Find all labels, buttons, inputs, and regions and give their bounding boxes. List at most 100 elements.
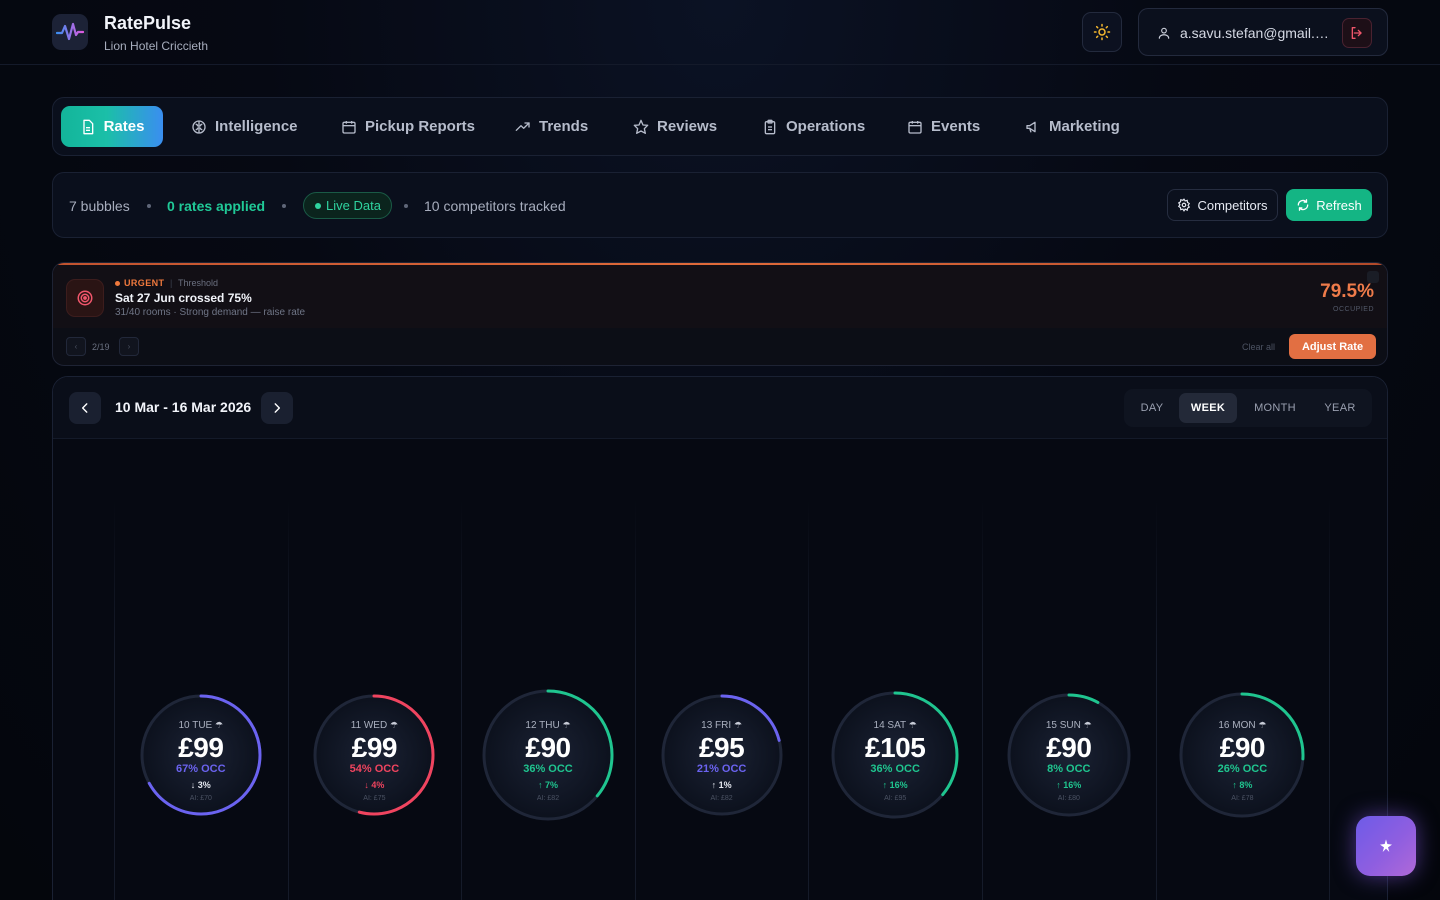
hotel-name: Lion Hotel Criccieth — [104, 39, 209, 53]
bubble-price: £90 — [1219, 732, 1266, 763]
occupancy-percent: 79.5% — [1320, 281, 1374, 302]
refresh-button-label: Refresh — [1316, 197, 1362, 213]
rates-applied: 0 rates applied — [167, 198, 266, 214]
next-week-button[interactable] — [261, 392, 293, 424]
day-rate-bubble[interactable]: 16 MON ☂ £90 26% OCC ↑ 8% AI: £78 — [1178, 691, 1306, 819]
tab-label: Reviews — [657, 118, 718, 135]
bubble-day: 15 SUN ☂ — [1045, 720, 1092, 731]
alert-description: 31/40 rooms · Strong demand — raise rate — [115, 307, 306, 318]
refresh-button[interactable]: Refresh — [1286, 189, 1372, 221]
day-rate-bubble[interactable]: 10 TUE ☂ £99 67% OCC ↓ 3% AI: £70 — [139, 693, 263, 817]
day-rate-bubble[interactable]: 14 SAT ☂ £105 36% OCC ↑ 16% AI: £95 — [830, 690, 960, 820]
app-header: RatePulse Lion Hotel Criccieth a.savu.st… — [0, 0, 1440, 65]
trend-up-icon — [515, 121, 530, 131]
competitors-button-label: Competitors — [1197, 197, 1268, 213]
logout-button[interactable] — [1342, 18, 1372, 48]
user-email: a.savu.stefan@gmail.com — [1180, 25, 1332, 41]
day-rate-bubble[interactable]: 15 SUN ☂ £90 8% OCC ↑ 16% AI: £80 — [1006, 692, 1132, 818]
day-column-divider — [287, 499, 289, 900]
bubble-price: £95 — [698, 732, 745, 763]
tab-label: Trends — [539, 118, 589, 135]
separator-dot — [147, 204, 151, 208]
tab-events[interactable]: Events — [907, 106, 980, 147]
tab-rates[interactable]: Rates — [61, 106, 163, 147]
bubble-price: £99 — [351, 732, 398, 763]
next-alert-button[interactable]: › — [119, 337, 139, 356]
prev-alert-button[interactable]: ‹ — [66, 337, 86, 356]
day-column-divider — [1329, 499, 1331, 900]
tab-trends[interactable]: Trends — [515, 106, 588, 147]
tab-intelligence[interactable]: Intelligence — [191, 106, 298, 147]
tab-label: Rates — [103, 118, 145, 135]
bubble-occupancy: 21% OCC — [696, 763, 747, 775]
user-icon — [1158, 27, 1170, 39]
bubble-occupancy: 36% OCC — [523, 763, 573, 775]
view-month-button[interactable]: MONTH — [1242, 393, 1308, 423]
bubble-rate-change: ↑ 1% — [711, 780, 732, 790]
bubble-occupancy: 26% OCC — [1217, 763, 1268, 775]
bubble-content: 11 WED ☂ £99 54% OCC ↓ 4% AI: £75 — [312, 693, 436, 817]
bubble-occupancy: 54% OCC — [349, 763, 400, 775]
bubble-occupancy: 67% OCC — [176, 763, 226, 775]
star-icon — [633, 119, 649, 134]
bubble-price: £90 — [525, 732, 571, 763]
bubble-rate-change: ↑ 8% — [1232, 780, 1253, 790]
competitors-button[interactable]: Competitors — [1167, 189, 1278, 221]
bubble-content: 16 MON ☂ £90 26% OCC ↑ 8% AI: £78 — [1178, 691, 1306, 819]
gear-icon — [1178, 198, 1191, 212]
user-menu[interactable]: a.savu.stefan@gmail.com — [1138, 8, 1388, 56]
day-rate-bubble[interactable]: 13 FRI ☂ £95 21% OCC ↑ 1% AI: £82 — [660, 693, 784, 817]
bubble-occupancy: 8% OCC — [1047, 763, 1091, 775]
day-column-divider — [461, 499, 463, 900]
tab-pickup-reports[interactable]: Pickup Reports — [341, 106, 475, 147]
rain-cloud-icon: ☂ — [215, 720, 224, 730]
prev-week-button[interactable] — [69, 392, 101, 424]
bubble-rate-change: ↓ 3% — [190, 780, 211, 790]
alert-title: Sat 27 Jun crossed 75% — [115, 291, 252, 305]
occupancy-label: OCCUPIED — [1333, 306, 1374, 313]
tab-operations[interactable]: Operations — [762, 106, 865, 147]
bubble-ai-suggestion: AI: £78 — [1231, 795, 1254, 802]
alert-severity-label: URGENT — [124, 278, 165, 288]
tab-label: Intelligence — [215, 118, 298, 135]
day-column-divider — [982, 499, 983, 900]
megaphone-icon — [1026, 121, 1036, 133]
file-icon — [82, 119, 93, 134]
bubble-day: 14 SAT ☂ — [873, 720, 917, 731]
separator-dot — [282, 204, 286, 208]
tab-label: Events — [931, 118, 981, 135]
competitors-tracked: 10 competitors tracked — [424, 198, 566, 214]
view-day-button[interactable]: DAY — [1128, 393, 1176, 423]
ai-assistant-button[interactable] — [1356, 816, 1416, 876]
theme-toggle-button[interactable] — [1082, 12, 1122, 52]
chevron-right-icon — [274, 403, 281, 413]
calendar-icon — [908, 120, 922, 134]
day-rate-bubble[interactable]: 12 THU ☂ £90 36% OCC ↑ 7% AI: £82 — [481, 688, 615, 822]
calendar-header: 10 Mar - 16 Mar 2026 DAY WEEK MONTH YEAR — [53, 377, 1387, 439]
target-icon — [66, 279, 104, 317]
bubble-rate-change: ↓ 4% — [364, 780, 385, 790]
clear-all-button[interactable]: Clear all — [1242, 342, 1275, 352]
bubble-price: £105 — [865, 732, 926, 763]
view-week-button[interactable]: WEEK — [1179, 393, 1237, 423]
rain-cloud-icon: ☂ — [562, 720, 571, 730]
day-column-divider — [114, 499, 115, 900]
calendar-icon — [342, 120, 356, 134]
rain-cloud-icon: ☂ — [908, 720, 917, 730]
bubble-content: 15 SUN ☂ £90 8% OCC ↑ 16% AI: £80 — [1006, 692, 1132, 818]
logout-icon — [1351, 27, 1362, 39]
tab-reviews[interactable]: Reviews — [633, 106, 717, 147]
sparkle-icon — [1380, 839, 1392, 852]
day-rate-bubble[interactable]: 11 WED ☂ £99 54% OCC ↓ 4% AI: £75 — [312, 693, 436, 817]
threshold-alert: URGENT | Threshold Sat 27 Jun crossed 75… — [52, 262, 1388, 366]
rain-cloud-icon: ☂ — [1083, 720, 1092, 730]
view-year-button[interactable]: YEAR — [1312, 393, 1368, 423]
tab-label: Operations — [786, 118, 866, 135]
sun-icon — [1093, 23, 1111, 41]
bubble-day: 16 MON ☂ — [1218, 720, 1267, 731]
adjust-rate-button[interactable]: Adjust Rate — [1289, 334, 1376, 359]
main-nav: Rates Intelligence Pickup Reports Trends… — [52, 97, 1388, 156]
tab-marketing[interactable]: Marketing — [1025, 106, 1120, 147]
status-bar: 7 bubbles 0 rates applied Live Data 10 c… — [52, 172, 1388, 238]
rain-cloud-icon: ☂ — [389, 720, 399, 730]
